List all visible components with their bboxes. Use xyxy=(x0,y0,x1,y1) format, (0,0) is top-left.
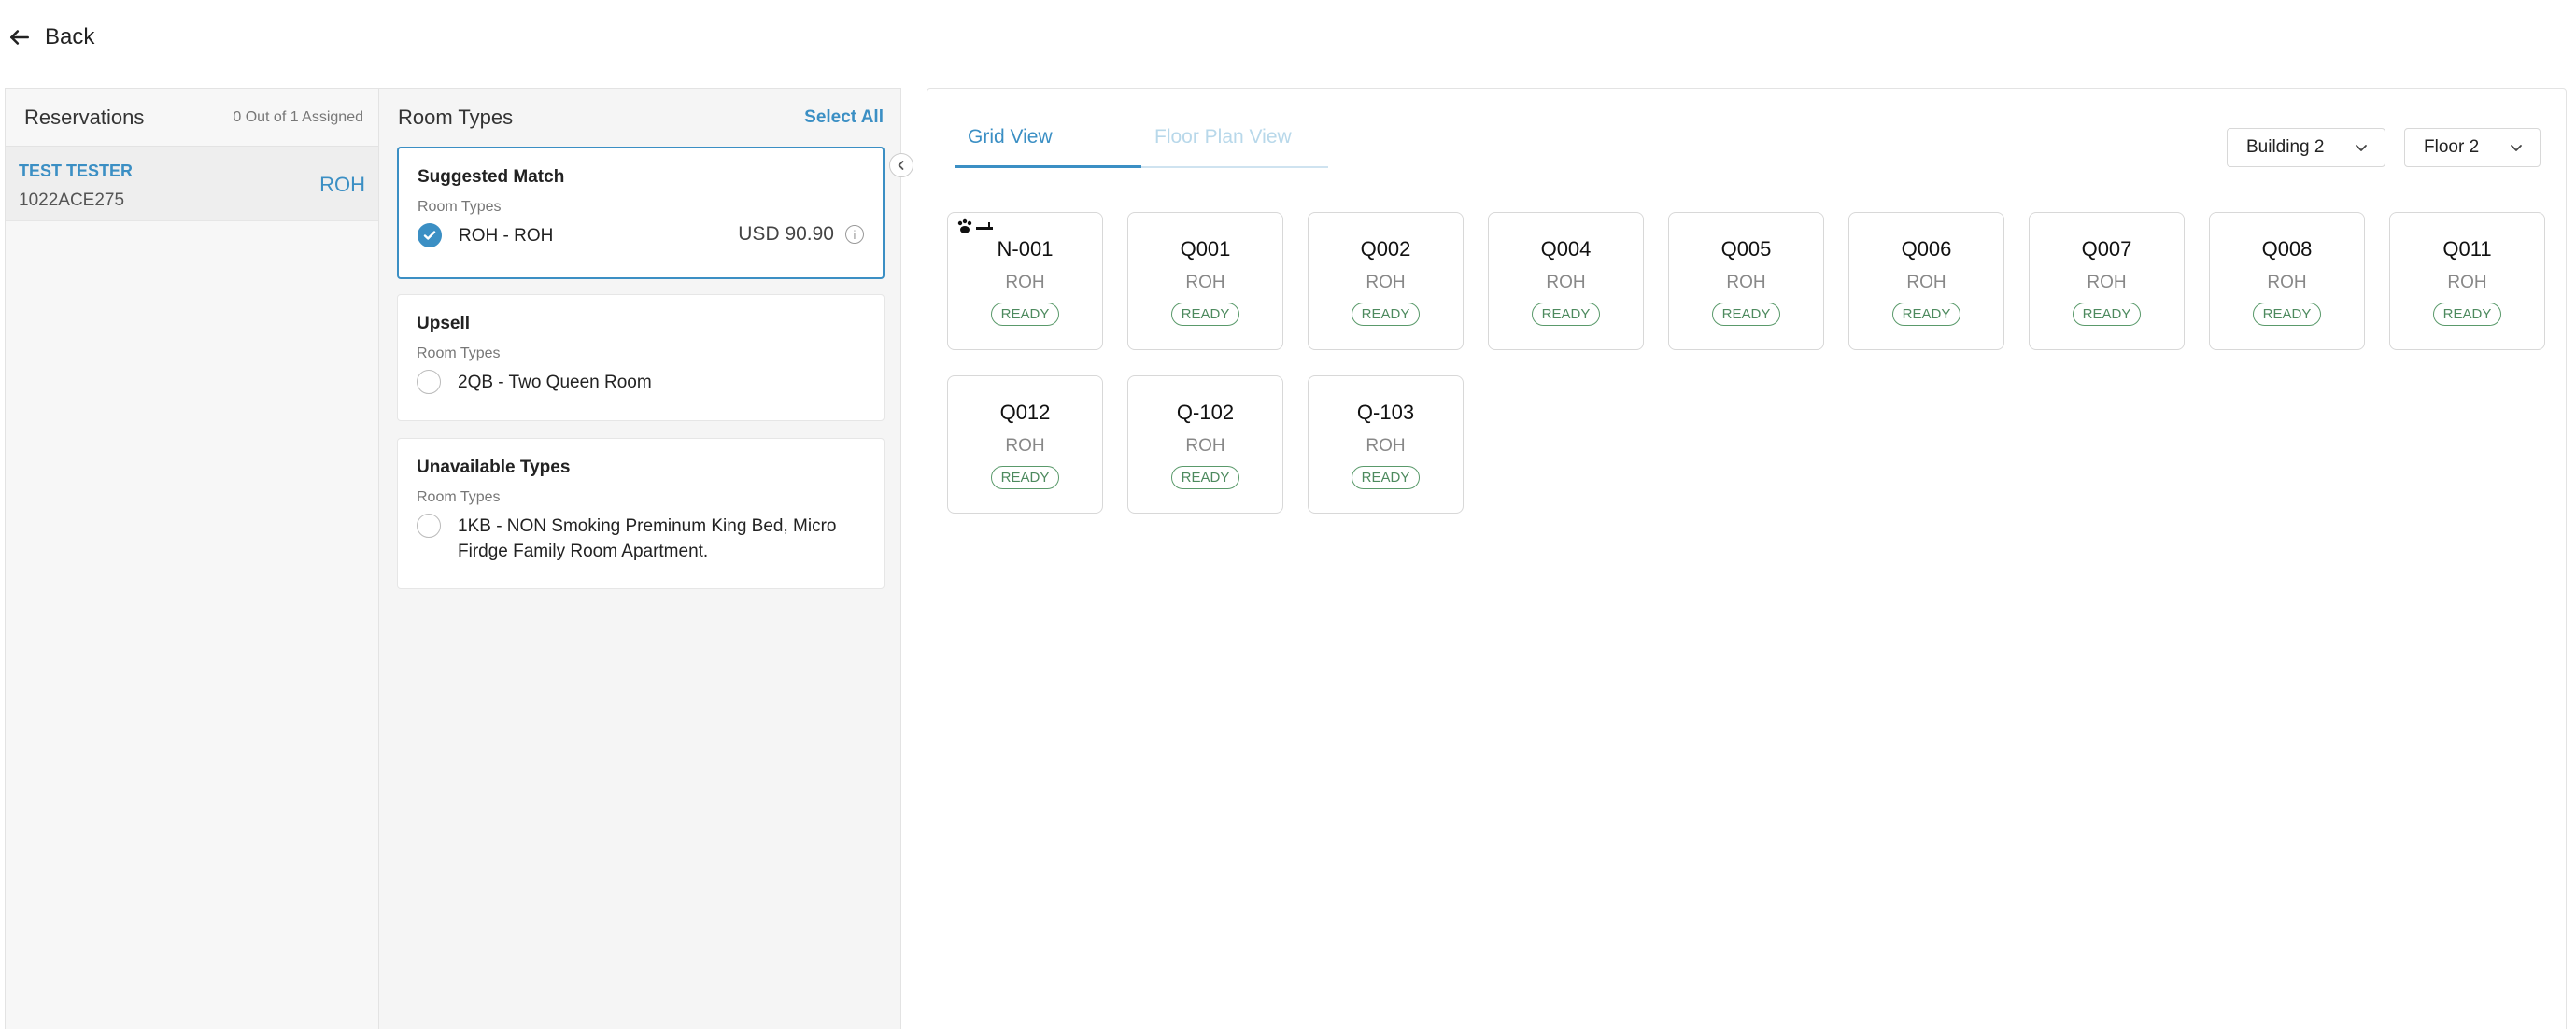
status-badge: READY xyxy=(2252,303,2322,326)
card-title: Unavailable Types xyxy=(417,458,571,477)
status-badge: READY xyxy=(1711,303,1781,326)
radio-button[interactable] xyxy=(417,514,441,538)
room-type: ROH xyxy=(1366,273,1406,292)
room-assignment-panel: Grid View Floor Plan View Building 2 Flo… xyxy=(927,88,2567,1029)
room-number: Q001 xyxy=(1180,237,1231,261)
room-type: ROH xyxy=(1366,436,1406,456)
chevron-left-icon xyxy=(898,161,904,170)
status-badge: READY xyxy=(990,303,1060,326)
status-badge: READY xyxy=(1170,466,1240,489)
room-type: ROH xyxy=(1005,273,1045,292)
room-card[interactable]: N-001 ROH READY xyxy=(947,212,1103,350)
reservation-item[interactable]: TEST TESTER 1022ACE275 ROH xyxy=(6,147,380,221)
radio-button[interactable] xyxy=(417,370,441,394)
status-badge: READY xyxy=(990,466,1060,489)
tab-floor-plan-view[interactable]: Floor Plan View xyxy=(1141,126,1328,168)
room-card[interactable]: Q-103 ROH READY xyxy=(1308,375,1464,514)
room-type: ROH xyxy=(1005,436,1045,456)
option-label: 1KB - NON Smoking Preminum King Bed, Mic… xyxy=(458,516,837,561)
view-tabs: Grid View Floor Plan View xyxy=(955,126,1328,168)
room-types-panel: Room Types Select All Suggested Match Ro… xyxy=(378,88,901,1029)
floor-value: Floor 2 xyxy=(2424,137,2480,157)
chevron-down-icon xyxy=(2356,145,2367,151)
room-type: ROH xyxy=(2267,273,2307,292)
select-all-button[interactable]: Select All xyxy=(804,107,884,128)
status-badge: READY xyxy=(1891,303,1961,326)
arrow-left-icon xyxy=(10,30,29,45)
room-number: Q-103 xyxy=(1356,401,1415,424)
chevron-down-icon xyxy=(2511,145,2522,151)
suggested-match-card: Suggested Match Room Types ROH - ROH USD… xyxy=(397,147,885,279)
room-number: Q002 xyxy=(1360,237,1411,261)
pet-icon xyxy=(957,218,993,233)
room-type-option-roh[interactable]: ROH - ROH USD 90.90 i xyxy=(418,223,864,248)
room-card[interactable]: Q002 ROH READY xyxy=(1308,212,1464,350)
card-title: Suggested Match xyxy=(418,167,565,187)
room-type: ROH xyxy=(2087,273,2127,292)
room-card[interactable]: Q011 ROH READY xyxy=(2389,212,2545,350)
room-number: N-001 xyxy=(997,237,1054,261)
room-number: Q005 xyxy=(1720,237,1772,261)
room-number: Q012 xyxy=(999,401,1051,424)
room-type: ROH xyxy=(1185,436,1225,456)
room-card[interactable]: Q006 ROH READY xyxy=(1848,212,2004,350)
status-badge: READY xyxy=(2072,303,2142,326)
option-label: ROH - ROH xyxy=(459,226,554,246)
status-badge: READY xyxy=(2432,303,2502,326)
price: USD 90.90 i xyxy=(738,223,864,246)
room-card[interactable]: Q005 ROH READY xyxy=(1668,212,1824,350)
reservations-panel: Reservations 0 Out of 1 Assigned TEST TE… xyxy=(5,88,380,1029)
card-subtitle: Room Types xyxy=(417,345,501,361)
room-types-header: Room Types Select All xyxy=(379,89,900,147)
info-icon[interactable]: i xyxy=(845,225,864,244)
room-card[interactable]: Q007 ROH READY xyxy=(2029,212,2185,350)
room-card[interactable]: Q012 ROH READY xyxy=(947,375,1103,514)
room-type-option-2qb[interactable]: 2QB - Two Queen Room xyxy=(417,370,865,395)
status-badge: READY xyxy=(1170,303,1240,326)
room-type: ROH xyxy=(1906,273,1946,292)
room-card[interactable]: Q001 ROH READY xyxy=(1127,212,1283,350)
room-number: Q-102 xyxy=(1176,401,1235,424)
reservation-room-type: ROH xyxy=(319,173,365,196)
status-badge: READY xyxy=(1531,303,1601,326)
building-value: Building 2 xyxy=(2246,137,2325,157)
card-subtitle: Room Types xyxy=(418,199,502,215)
tab-grid-view[interactable]: Grid View xyxy=(955,126,1141,168)
price-amount: USD 90.90 xyxy=(738,223,834,245)
floor-select[interactable]: Floor 2 xyxy=(2404,128,2541,167)
reservations-title: Reservations xyxy=(24,105,145,129)
assigned-count: 0 Out of 1 Assigned xyxy=(233,108,363,125)
room-number: Q011 xyxy=(2442,237,2492,261)
card-subtitle: Room Types xyxy=(417,489,501,505)
building-select[interactable]: Building 2 xyxy=(2227,128,2385,167)
room-type: ROH xyxy=(2447,273,2487,292)
room-card[interactable]: Q008 ROH READY xyxy=(2209,212,2365,350)
room-type: ROH xyxy=(1726,273,1766,292)
guest-name: TEST TESTER xyxy=(19,162,134,180)
status-badge: READY xyxy=(1351,466,1421,489)
room-number: Q007 xyxy=(2081,237,2132,261)
room-type-option-1kb[interactable]: 1KB - NON Smoking Preminum King Bed, Mic… xyxy=(417,514,865,564)
room-number: Q004 xyxy=(1540,237,1592,261)
collapse-panel-button[interactable] xyxy=(889,153,913,177)
room-card[interactable]: Q004 ROH READY xyxy=(1488,212,1644,350)
room-type: ROH xyxy=(1546,273,1586,292)
confirmation-code: 1022ACE275 xyxy=(19,190,125,210)
room-card[interactable]: Q-102 ROH READY xyxy=(1127,375,1283,514)
room-types-title: Room Types xyxy=(398,106,514,129)
reservations-header: Reservations 0 Out of 1 Assigned xyxy=(6,89,380,147)
back-button[interactable]: Back xyxy=(7,24,94,50)
upsell-card: Upsell Room Types 2QB - Two Queen Room xyxy=(397,294,885,421)
room-number: Q008 xyxy=(2261,237,2313,261)
room-type: ROH xyxy=(1185,273,1225,292)
room-number: Q006 xyxy=(1901,237,1952,261)
back-label: Back xyxy=(45,24,95,49)
unavailable-types-card: Unavailable Types Room Types 1KB - NON S… xyxy=(397,438,885,589)
option-label: 2QB - Two Queen Room xyxy=(458,373,652,392)
status-badge: READY xyxy=(1351,303,1421,326)
card-title: Upsell xyxy=(417,314,471,333)
check-icon[interactable] xyxy=(418,223,442,247)
